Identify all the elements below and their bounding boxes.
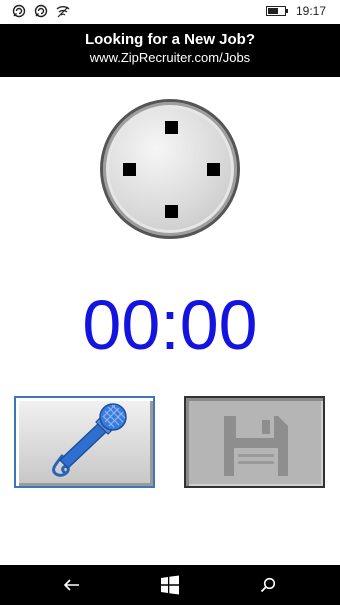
ad-title: Looking for a New Job? (84, 31, 255, 48)
record-button[interactable] (14, 396, 155, 488)
back-button[interactable] (42, 565, 102, 605)
microphone-icon (52, 403, 127, 477)
recording-timer: 00:00 (82, 286, 258, 364)
wifi-icon (56, 4, 70, 18)
dial-knob[interactable] (100, 99, 240, 239)
search-button[interactable] (238, 565, 298, 605)
back-arrow-icon (63, 579, 79, 591)
ad-banner[interactable]: Looking for a New Job? www.ZipRecruiter.… (0, 24, 340, 77)
dial-marker-left (123, 163, 136, 176)
dial-marker-bottom (165, 205, 178, 218)
windows-logo-icon (161, 575, 179, 595)
app-screen: 19:17 Looking for a New Job? www.ZipRecr… (0, 0, 340, 605)
start-button[interactable] (140, 565, 200, 605)
dial-marker-top (165, 121, 178, 134)
search-icon (260, 577, 276, 593)
notification-icon (34, 4, 48, 18)
dial-marker-right (207, 163, 220, 176)
battery-icon (265, 6, 288, 16)
status-bar: 19:17 (0, 0, 340, 24)
clock: 19:17 (295, 4, 326, 18)
notification-icon (12, 4, 26, 18)
status-notifications (12, 4, 70, 18)
ad-url: www.ZipRecruiter.com/Jobs (89, 50, 251, 65)
battery-level (267, 8, 279, 14)
floppy-disk-icon (224, 416, 288, 476)
status-system: 19:17 (265, 4, 326, 18)
save-button[interactable] (184, 396, 325, 488)
nav-bar (0, 565, 340, 605)
